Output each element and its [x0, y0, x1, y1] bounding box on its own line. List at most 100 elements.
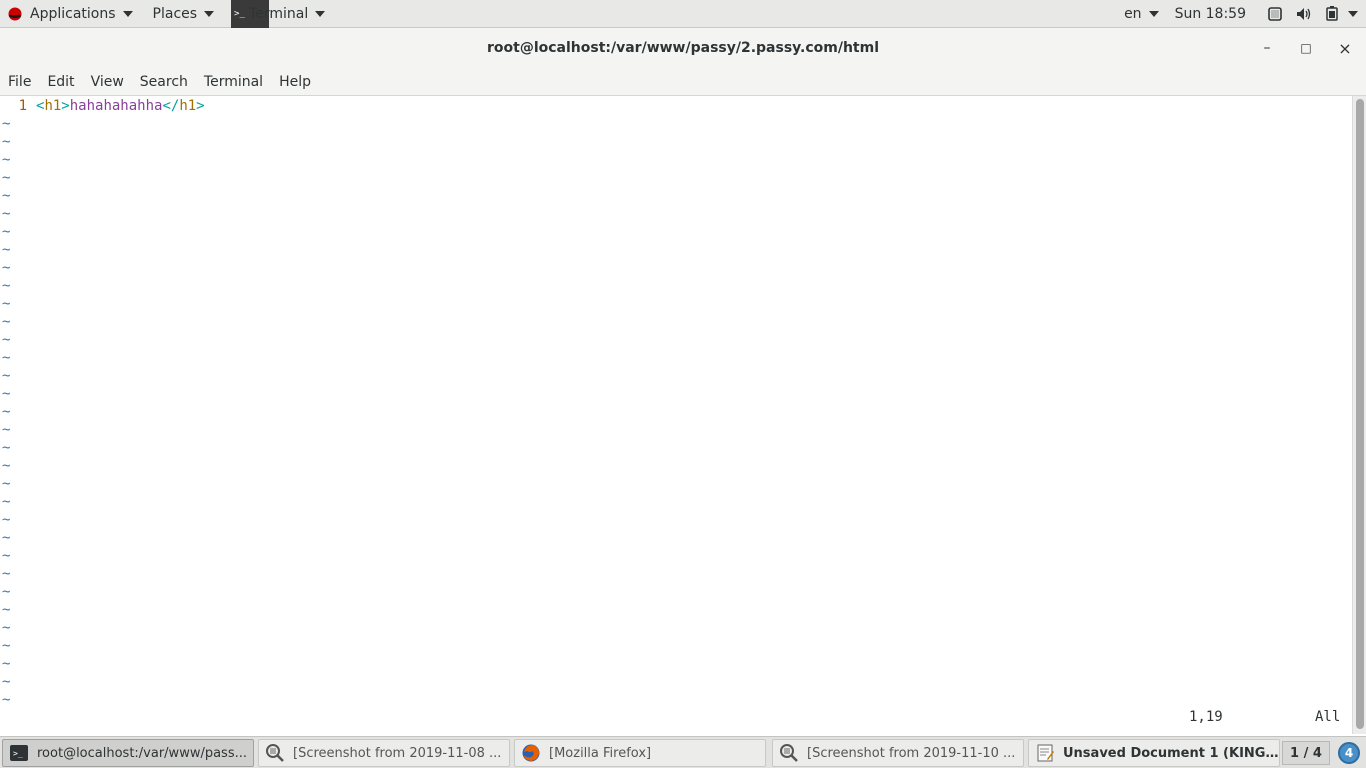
tilde-marker: ~: [2, 386, 11, 402]
tilde-marker: ~: [2, 404, 11, 420]
scroll-position: All: [1315, 709, 1341, 725]
menu-terminal[interactable]: Terminal: [196, 68, 271, 96]
menu-bar: File Edit View Search Terminal Help: [0, 68, 1366, 96]
tag-content: hahahahahha: [69, 98, 163, 114]
redhat-logo-icon: [8, 7, 22, 20]
menu-help[interactable]: Help: [271, 68, 319, 96]
places-menu[interactable]: Places: [145, 0, 223, 28]
editor-line: 1 <h1>hahahahahha</h1>: [0, 97, 205, 115]
chevron-down-icon: [204, 10, 215, 17]
tilde-marker: ~: [2, 638, 11, 654]
window-titlebar[interactable]: root@localhost:/var/www/passy/2.passy.co…: [0, 28, 1366, 68]
volume-icon: [1297, 7, 1311, 20]
tilde-marker: ~: [2, 188, 11, 204]
empty-line-markers: ~ ~ ~ ~ ~ ~ ~ ~ ~ ~ ~ ~ ~ ~ ~ ~ ~ ~ ~ ~ ~ ~ ~ ~ ~ ~ ~ ~ ~ ~ ~ ~ ~: [2, 115, 10, 709]
task-label: Unsaved Document 1 (KINGSTO...: [1063, 745, 1279, 761]
maximize-button[interactable]: □: [1287, 28, 1325, 68]
chevron-down-icon: [122, 10, 133, 17]
scrollbar[interactable]: [1352, 96, 1366, 734]
tilde-marker: ~: [2, 512, 11, 528]
screenshot-viewer-icon: [266, 744, 284, 762]
language-label: en: [1124, 5, 1142, 22]
screenshot-viewer-icon: [780, 744, 798, 762]
tilde-marker: ~: [2, 422, 11, 438]
vim-status-line: 1,19 All: [0, 708, 1352, 726]
tilde-marker: ~: [2, 278, 11, 294]
places-label: Places: [152, 5, 198, 22]
scrollbar-thumb[interactable]: [1356, 99, 1364, 729]
tilde-marker: ~: [2, 566, 11, 582]
tilde-marker: ~: [2, 116, 11, 132]
tilde-marker: ~: [2, 152, 11, 168]
display-icon: [1268, 6, 1282, 21]
tilde-marker: ~: [2, 530, 11, 546]
menu-edit[interactable]: Edit: [39, 68, 82, 96]
task-firefox[interactable]: [Mozilla Firefox]: [514, 739, 766, 767]
task-label: [Mozilla Firefox]: [549, 745, 652, 761]
close-icon: ×: [1338, 38, 1352, 58]
clock[interactable]: Sun 18:59: [1167, 0, 1260, 28]
tilde-marker: ~: [2, 548, 11, 564]
language-indicator[interactable]: en: [1116, 0, 1167, 28]
window-list: >_ root@localhost:/var/www/pass... [Scre…: [0, 736, 1366, 768]
notification-icon[interactable]: 4: [1338, 742, 1360, 764]
terminal-content[interactable]: 1 <h1>hahahahahha</h1> ~ ~ ~ ~ ~ ~ ~ ~ ~ ~ ~ ~ ~ ~ ~ ~ ~ ~…: [0, 96, 1352, 734]
tilde-marker: ~: [2, 314, 11, 330]
tilde-marker: ~: [2, 674, 11, 690]
terminal-app-label: Terminal: [249, 5, 309, 22]
tilde-marker: ~: [2, 170, 11, 186]
tag-name: h1: [44, 98, 62, 114]
task-screenshot-2[interactable]: [Screenshot from 2019-11-10 ...: [772, 739, 1024, 767]
workspace-indicator[interactable]: 1 / 4: [1282, 741, 1330, 765]
text-editor-icon: [1037, 744, 1054, 762]
battery-icon: [1326, 6, 1338, 21]
tilde-marker: ~: [2, 476, 11, 492]
tag-bracket: </: [162, 98, 180, 114]
close-button[interactable]: ×: [1326, 28, 1364, 68]
minimize-button[interactable]: –: [1248, 28, 1286, 68]
tilde-marker: ~: [2, 692, 11, 708]
applications-label: Applications: [30, 5, 116, 22]
menu-file[interactable]: File: [0, 68, 39, 96]
tilde-marker: ~: [2, 602, 11, 618]
tilde-marker: ~: [2, 350, 11, 366]
tag-bracket: >: [196, 98, 205, 114]
tilde-marker: ~: [2, 134, 11, 150]
tilde-marker: ~: [2, 494, 11, 510]
clock-label: Sun 18:59: [1174, 5, 1246, 22]
terminal-icon: >_: [10, 745, 28, 761]
chevron-down-icon: [1348, 10, 1358, 17]
tilde-marker: ~: [2, 368, 11, 384]
tilde-marker: ~: [2, 440, 11, 456]
menu-search[interactable]: Search: [132, 68, 196, 96]
chevron-down-icon: [1148, 10, 1159, 17]
firefox-icon: [522, 744, 540, 762]
task-terminal[interactable]: >_ root@localhost:/var/www/pass...: [2, 739, 254, 767]
terminal-app-menu[interactable]: >_ Terminal: [228, 0, 333, 28]
tilde-marker: ~: [2, 260, 11, 276]
line-number: 1: [18, 98, 27, 114]
top-bar: Applications Places >_ Terminal en Sun 1…: [0, 0, 1366, 28]
tilde-marker: ~: [2, 620, 11, 636]
task-label: [Screenshot from 2019-11-10 ...: [807, 745, 1016, 761]
task-label: root@localhost:/var/www/pass...: [37, 745, 247, 761]
tilde-marker: ~: [2, 296, 11, 312]
system-status-area[interactable]: [1260, 0, 1366, 28]
tilde-marker: ~: [2, 656, 11, 672]
applications-menu[interactable]: Applications: [0, 0, 141, 28]
minimize-icon: –: [1263, 40, 1271, 56]
task-screenshot-1[interactable]: [Screenshot from 2019-11-08 ...: [258, 739, 510, 767]
menu-view[interactable]: View: [83, 68, 132, 96]
task-text-editor[interactable]: Unsaved Document 1 (KINGSTO...: [1028, 739, 1280, 767]
cursor-position: 1,19: [1189, 709, 1223, 725]
maximize-icon: □: [1300, 41, 1312, 55]
tilde-marker: ~: [2, 458, 11, 474]
tilde-marker: ~: [2, 206, 11, 222]
tilde-marker: ~: [2, 242, 11, 258]
tilde-marker: ~: [2, 584, 11, 600]
task-label: [Screenshot from 2019-11-08 ...: [293, 745, 502, 761]
tilde-marker: ~: [2, 224, 11, 240]
chevron-down-icon: [315, 10, 326, 17]
tilde-marker: ~: [2, 332, 11, 348]
window-title: root@localhost:/var/www/passy/2.passy.co…: [486, 40, 879, 56]
